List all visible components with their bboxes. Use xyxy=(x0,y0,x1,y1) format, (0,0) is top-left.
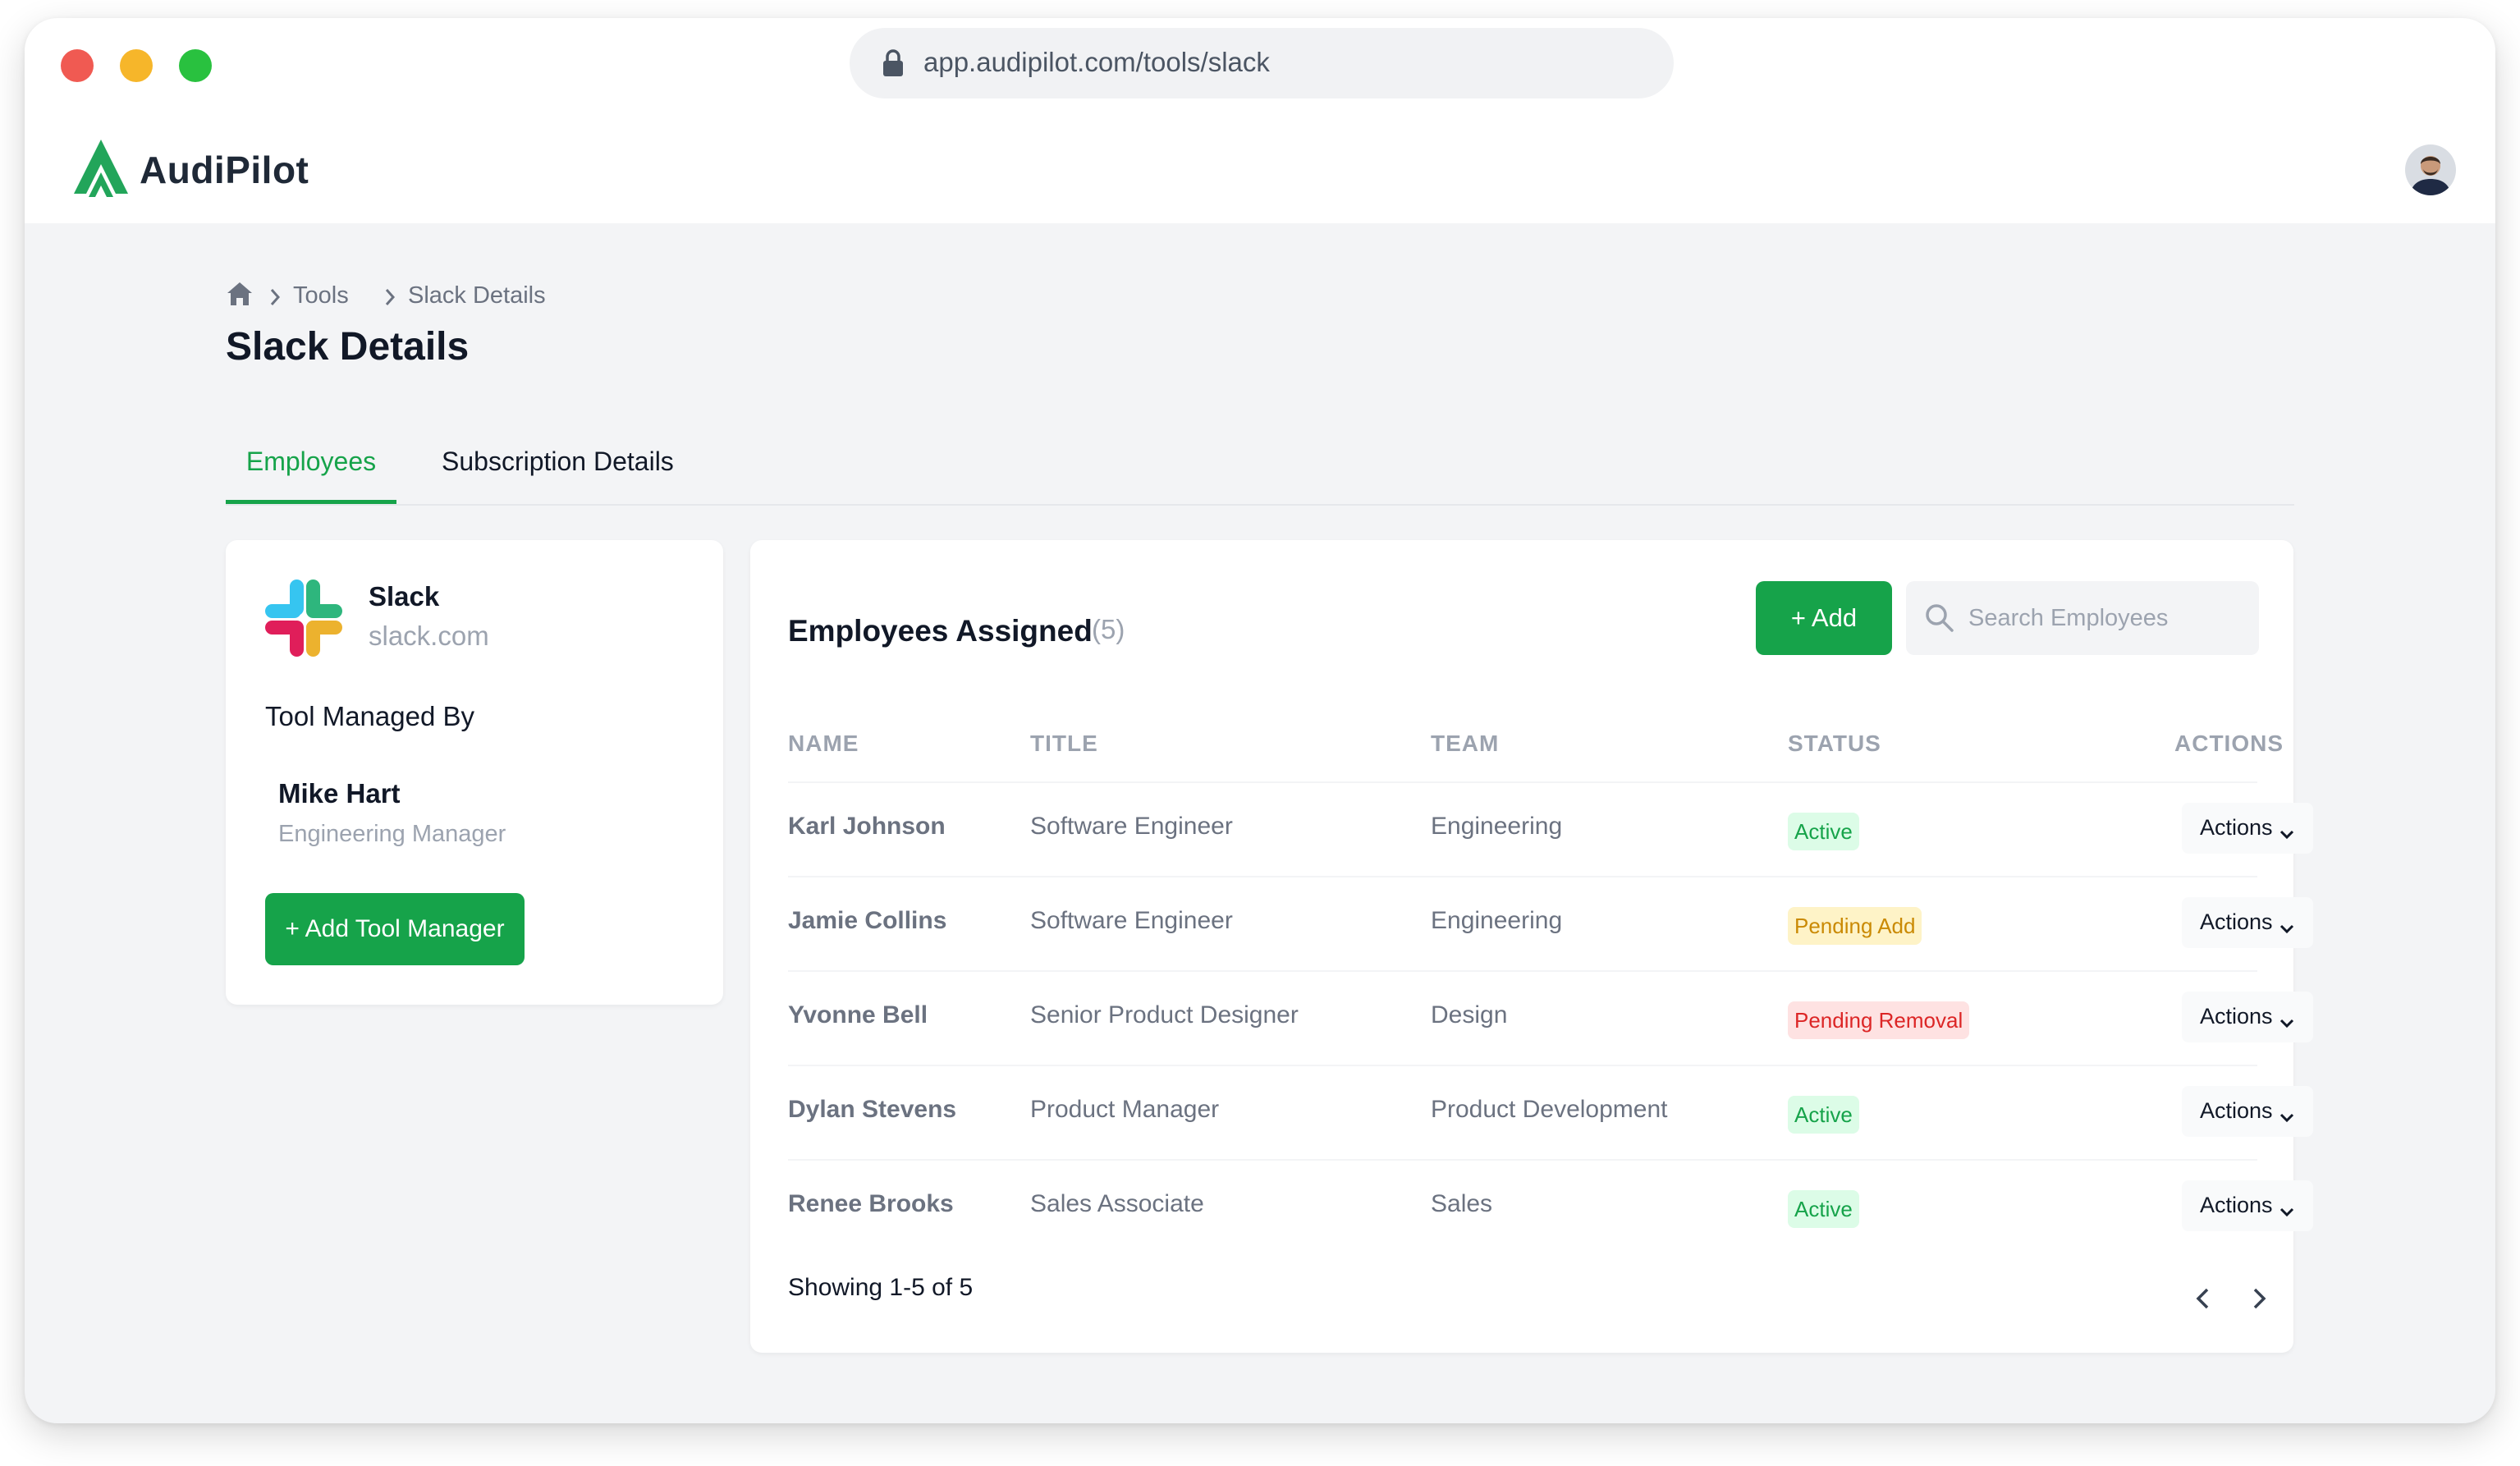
audipilot-logo-icon[interactable] xyxy=(72,138,130,204)
table-row: Karl Johnson Software Engineer Engineeri… xyxy=(788,781,2313,877)
actions-label: Actions xyxy=(2200,1193,2273,1217)
status-badge: Active xyxy=(1788,1190,1859,1228)
breadcrumb-tools[interactable]: Tools xyxy=(293,279,349,312)
chevron-right-icon[interactable] xyxy=(2243,1282,2275,1315)
employee-team: Product Development xyxy=(1431,1096,1668,1123)
employee-team: Design xyxy=(1431,1001,1508,1028)
chevron-down-icon xyxy=(2279,915,2295,941)
table-row: Renee Brooks Sales Associate Sales Activ… xyxy=(788,1159,2313,1255)
employee-name[interactable]: Karl Johnson xyxy=(788,813,946,841)
table-row: Jamie Collins Software Engineer Engineer… xyxy=(788,876,2313,972)
table-row: Dylan Stevens Product Manager Product De… xyxy=(788,1065,2313,1161)
employee-title: Sales Associate xyxy=(1030,1190,1204,1217)
status-badge: Pending Removal xyxy=(1788,1001,1970,1039)
actions-label: Actions xyxy=(2200,909,2273,934)
employee-team: Engineering xyxy=(1431,813,1563,840)
actions-dropdown-button[interactable]: Actions xyxy=(2182,803,2313,854)
window-maximize-button[interactable] xyxy=(179,49,212,82)
tool-name: Slack xyxy=(369,581,440,612)
column-header-title: TITLE xyxy=(1030,731,1098,756)
status-badge: Active xyxy=(1788,813,1859,850)
manager-name: Mike Hart xyxy=(278,778,401,809)
employee-name[interactable]: Renee Brooks xyxy=(788,1190,954,1218)
employees-heading: Employees Assigned xyxy=(788,614,1093,648)
tool-card: Slack slack.com Tool Managed By Mike Har… xyxy=(226,540,723,1005)
chevron-down-icon xyxy=(2279,1104,2295,1129)
employee-team: Sales xyxy=(1431,1190,1493,1217)
actions-dropdown-button[interactable]: Actions xyxy=(2182,992,2313,1042)
page-title: Slack Details xyxy=(226,325,470,369)
actions-label: Actions xyxy=(2200,1098,2273,1123)
actions-label: Actions xyxy=(2200,1004,2273,1028)
chevron-down-icon xyxy=(2279,1010,2295,1035)
chevron-left-icon[interactable] xyxy=(2187,1282,2220,1315)
tool-managed-by-label: Tool Managed By xyxy=(265,701,474,731)
column-header-actions: ACTIONS xyxy=(2174,731,2284,756)
lock-icon xyxy=(881,49,905,81)
employee-title: Software Engineer xyxy=(1030,813,1233,840)
chevron-right-icon xyxy=(268,284,282,317)
manager-role: Engineering Manager xyxy=(278,821,506,847)
url-text: app.audipilot.com/tools/slack xyxy=(923,47,1270,77)
chevron-right-icon xyxy=(383,284,396,317)
brand-name[interactable]: AudiPilot xyxy=(140,148,309,192)
employee-name[interactable]: Jamie Collins xyxy=(788,907,946,935)
address-bar[interactable]: app.audipilot.com/tools/slack xyxy=(850,28,1674,98)
slack-logo-icon xyxy=(263,578,344,662)
column-header-status: STATUS xyxy=(1788,731,1881,756)
column-header-name: NAME xyxy=(788,731,859,756)
top-bar: app.audipilot.com/tools/slack AudiPilot xyxy=(25,18,2495,223)
tool-domain: slack.com xyxy=(369,621,489,651)
employee-name[interactable]: Yvonne Bell xyxy=(788,1001,928,1029)
status-badge: Pending Add xyxy=(1788,907,1922,945)
employee-title: Product Manager xyxy=(1030,1096,1220,1123)
add-employee-button[interactable]: + Add xyxy=(1756,581,1892,655)
browser-window: app.audipilot.com/tools/slack AudiPilot xyxy=(25,18,2495,1423)
column-header-team: TEAM xyxy=(1431,731,1500,756)
table-row: Yvonne Bell Senior Product Designer Desi… xyxy=(788,970,2313,1066)
chevron-down-icon xyxy=(2279,821,2295,846)
window-minimize-button[interactable] xyxy=(120,49,153,82)
home-icon[interactable] xyxy=(226,281,254,316)
employee-title: Senior Product Designer xyxy=(1030,1001,1299,1028)
employee-name[interactable]: Dylan Stevens xyxy=(788,1096,956,1124)
actions-dropdown-button[interactable]: Actions xyxy=(2182,1180,2313,1231)
actions-label: Actions xyxy=(2200,815,2273,840)
employees-count: (5) xyxy=(1092,614,1125,644)
tab-subscription-details[interactable]: Subscription Details xyxy=(442,428,674,504)
breadcrumb-current: Slack Details xyxy=(408,282,546,309)
actions-dropdown-button[interactable]: Actions xyxy=(2182,897,2313,948)
employees-card: Employees Assigned (5) + Add NAME TITLE … xyxy=(750,540,2313,1353)
add-tool-manager-button[interactable]: + Add Tool Manager xyxy=(265,893,525,965)
avatar[interactable] xyxy=(2405,144,2456,195)
tabs: Employees Subscription Details xyxy=(226,428,2294,506)
employee-team: Engineering xyxy=(1431,907,1563,934)
actions-dropdown-button[interactable]: Actions xyxy=(2182,1086,2313,1137)
employee-title: Software Engineer xyxy=(1030,907,1233,934)
window-close-button[interactable] xyxy=(61,49,94,82)
tab-employees[interactable]: Employees xyxy=(226,428,396,504)
pagination-summary: Showing 1-5 of 5 xyxy=(788,1274,974,1301)
search-box[interactable] xyxy=(1906,581,2259,655)
search-input[interactable] xyxy=(1968,596,2239,640)
chevron-down-icon xyxy=(2279,1198,2295,1224)
status-badge: Active xyxy=(1788,1096,1859,1134)
search-icon xyxy=(1924,602,1955,638)
